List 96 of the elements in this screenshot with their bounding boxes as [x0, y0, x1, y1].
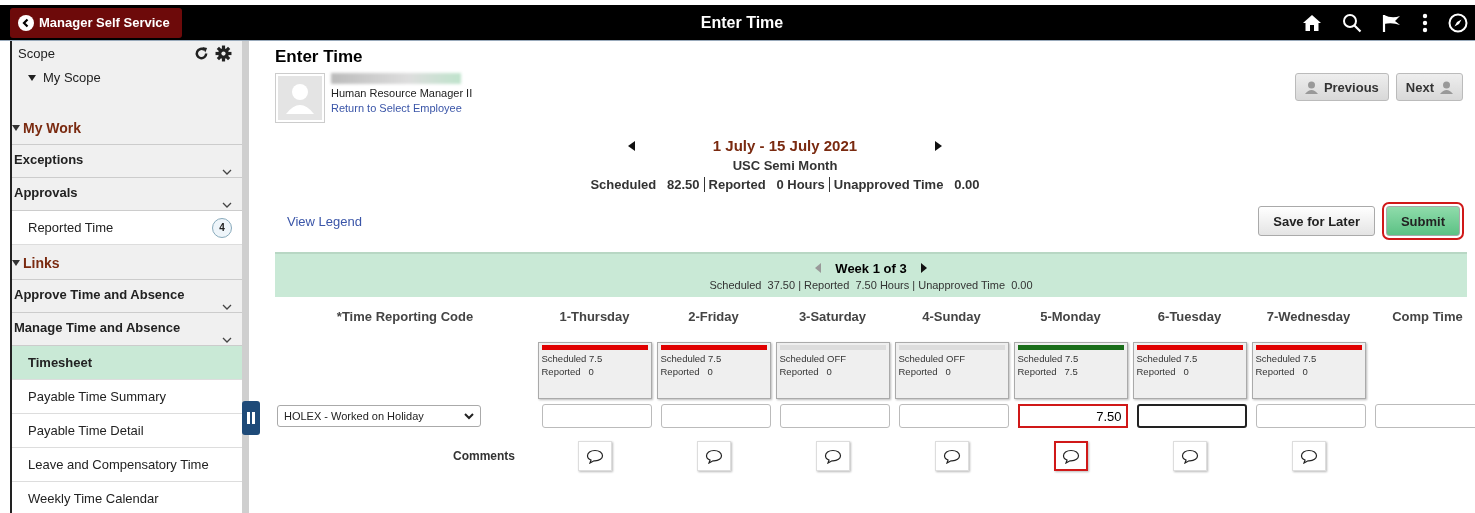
hours-input[interactable]: [1374, 404, 1475, 428]
column-header: 2-Friday: [688, 308, 739, 324]
chevron-down-icon: [222, 202, 232, 208]
sidebar-item[interactable]: Weekly Time Calendar: [12, 482, 242, 513]
home-icon[interactable]: [1302, 13, 1322, 32]
column-header: 5-Monday: [1040, 308, 1101, 324]
view-legend-link[interactable]: View Legend: [287, 213, 362, 229]
section-title: My Work: [23, 120, 82, 136]
comment-icon: [1299, 448, 1318, 464]
reported-text: Reported 0: [1255, 366, 1309, 377]
next-week-icon[interactable]: [920, 263, 927, 273]
scope-label: Scope: [18, 46, 55, 61]
hours-input[interactable]: 7.50: [1017, 404, 1128, 428]
comment-icon: [1061, 448, 1080, 464]
back-icon: [18, 14, 34, 31]
action-button[interactable]: Save for Later: [1258, 206, 1375, 236]
group-label: Manage Time and Absence: [14, 320, 181, 335]
scheduled-text: Scheduled 7.5: [1017, 353, 1080, 364]
week-title: Week 1 of 3: [835, 260, 907, 276]
reported-text: Reported 0: [779, 366, 833, 377]
scheduled-text: Scheduled 7.5: [1255, 353, 1318, 364]
employee-nav-button[interactable]: Previous: [1294, 73, 1389, 101]
next-period-icon[interactable]: [935, 140, 943, 151]
chevron-down-icon: [222, 169, 232, 175]
expand-icon[interactable]: [12, 125, 20, 131]
person-icon: [1304, 80, 1318, 94]
column-header: *Time Reporting Code: [336, 308, 474, 324]
column-header: 1-Thursday: [559, 308, 630, 324]
refresh-icon[interactable]: [194, 46, 209, 61]
period-range: 1 July - 15 July 2021: [712, 137, 858, 154]
period-summary-item: Reported 0 Hours: [703, 177, 829, 192]
hours-input[interactable]: [541, 404, 652, 428]
reported-text: Reported 0: [898, 366, 952, 377]
scheduled-text: Scheduled 7.5: [541, 353, 604, 364]
hours-input[interactable]: [1255, 404, 1366, 428]
comment-button[interactable]: [1053, 441, 1088, 471]
comment-icon: [1180, 448, 1199, 464]
scheduled-text: Scheduled OFF: [898, 353, 967, 364]
scheduled-text: Scheduled 7.5: [660, 353, 723, 364]
column-header: Comp Time: [1392, 308, 1463, 324]
sidebar-item[interactable]: Timesheet: [12, 346, 242, 380]
group-label: Approvals: [14, 185, 78, 200]
comment-icon: [585, 448, 604, 464]
compass-icon[interactable]: [1448, 12, 1468, 33]
page-title: Enter Time: [275, 47, 364, 67]
page-header-title: Enter Time: [699, 13, 785, 32]
column-header: 7-Wednesday: [1266, 308, 1351, 324]
flag-icon[interactable]: [1382, 12, 1402, 33]
back-button[interactable]: Manager Self Service: [10, 7, 182, 38]
column-header: 4-Sunday: [922, 308, 981, 324]
job-title: Human Resource Manager II: [331, 87, 473, 99]
schedule-name: USC Semi Month: [732, 158, 838, 173]
chevron-down-icon: [222, 337, 232, 343]
reported-text: Reported 0: [541, 366, 595, 377]
time-code-dropdown[interactable]: HOLEX - Worked on Holiday: [277, 405, 481, 427]
group-label: Approve Time and Absence: [14, 287, 185, 302]
hours-input[interactable]: [898, 404, 1009, 428]
expand-icon[interactable]: [12, 260, 20, 266]
column-header: 3-Saturday: [798, 308, 867, 324]
avatar: [275, 73, 325, 123]
scrollbar[interactable]: [242, 41, 249, 513]
hours-input[interactable]: [1136, 404, 1247, 428]
scheduled-text: Scheduled OFF: [779, 353, 848, 364]
week-summary: Scheduled 37.50 | Reported 7.50 Hours | Unapproved Time 0.00: [709, 278, 1033, 291]
period-summary-item: Unapproved Time 0.00: [828, 177, 984, 192]
hours-input[interactable]: [660, 404, 771, 428]
person-icon: [1440, 80, 1453, 94]
comment-icon: [704, 448, 723, 464]
settings-icon[interactable]: [215, 45, 232, 62]
search-icon[interactable]: [1342, 12, 1362, 33]
comment-icon: [942, 448, 961, 464]
employee-nav-button[interactable]: Next: [1395, 73, 1463, 101]
hours-input[interactable]: [779, 404, 890, 428]
chevron-down-icon: [464, 412, 474, 420]
period-summary-item: Scheduled 82.50: [589, 177, 701, 192]
sidebar-item[interactable]: Reported Time 4: [12, 211, 242, 245]
reported-text: Reported 7.5: [1017, 366, 1079, 377]
comments-label: Comments: [453, 449, 515, 463]
reported-text: Reported 0: [1136, 366, 1190, 377]
scheduled-text: Scheduled 7.5: [1136, 353, 1199, 364]
scope-item[interactable]: My Scope: [43, 70, 101, 85]
more-icon[interactable]: [1422, 12, 1428, 33]
section-title: Links: [23, 255, 60, 271]
count-badge: 4: [212, 217, 232, 238]
sidebar-item[interactable]: Payable Time Detail: [12, 414, 242, 448]
group-label: Exceptions: [14, 152, 84, 167]
chevron-down-icon: [222, 304, 232, 310]
collapse-handle[interactable]: [242, 401, 260, 435]
return-link[interactable]: Return to Select Employee: [331, 102, 473, 114]
sidebar-item[interactable]: Payable Time Summary: [12, 380, 242, 414]
column-header: 6-Tuesday: [1157, 308, 1222, 324]
previous-period-icon[interactable]: [627, 140, 635, 151]
sidebar-item[interactable]: Leave and Compensatory Time: [12, 448, 242, 482]
expand-icon: [28, 74, 36, 81]
reported-text: Reported 0: [660, 366, 714, 377]
comment-icon: [823, 448, 842, 464]
